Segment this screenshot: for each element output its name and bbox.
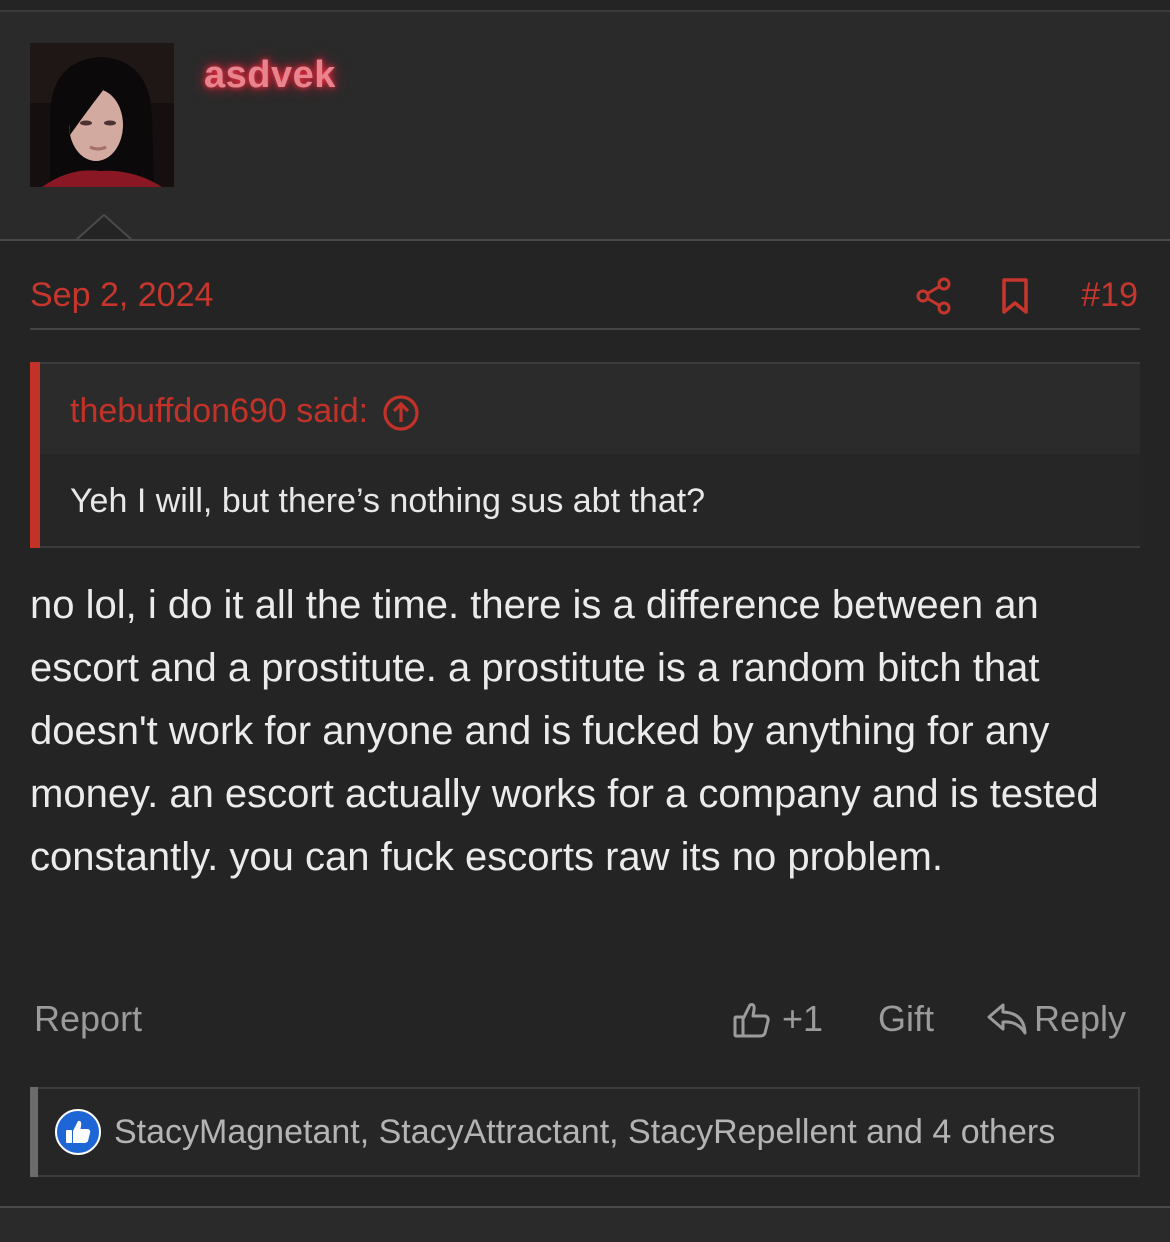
header-divider	[0, 239, 1170, 241]
quote-text: Yeh I will, but there’s nothing sus abt …	[70, 482, 706, 520]
reactions-bar: StacyMagnetant, StacyAttractant, StacyRe…	[30, 1087, 1140, 1177]
post-meta: Sep 2, 2024 #19	[30, 268, 1138, 324]
quote-content: Yeh I will, but there’s nothing sus abt …	[40, 454, 1140, 546]
user-header: asdvek	[0, 12, 1170, 241]
like-button[interactable]: +1	[732, 998, 823, 1040]
reply-label: Reply	[1034, 998, 1127, 1039]
thumbs-up-icon	[733, 1003, 770, 1038]
next-post-strip	[0, 1208, 1170, 1242]
quote-block: thebuffdon690 said: Yeh I will, but ther…	[30, 362, 1140, 548]
gift-button[interactable]: Gift	[878, 998, 934, 1040]
post-number[interactable]: #19	[1081, 276, 1138, 315]
quote-header: thebuffdon690 said:	[40, 364, 1140, 454]
quote-author-link[interactable]: thebuffdon690 said:	[70, 392, 420, 432]
share-icon[interactable]	[914, 276, 954, 316]
reactions-accent-bar	[30, 1087, 38, 1177]
reply-arrow-icon	[987, 1003, 1027, 1035]
thumbs-up-badge-icon	[54, 1108, 102, 1156]
arrow-up-circle-icon[interactable]	[382, 394, 420, 432]
reactions-list[interactable]: StacyMagnetant, StacyAttractant, StacyRe…	[114, 1113, 1055, 1152]
bookmark-icon[interactable]	[996, 276, 1034, 316]
quote-accent-bar	[30, 362, 40, 548]
quote-author-label: thebuffdon690 said:	[70, 392, 369, 430]
avatar-photo-icon	[30, 43, 174, 187]
like-count: +1	[782, 998, 824, 1039]
username[interactable]: asdvek	[204, 54, 336, 97]
avatar[interactable]	[30, 43, 174, 187]
reply-button[interactable]: Reply	[986, 998, 1126, 1040]
post-date[interactable]: Sep 2, 2024	[30, 276, 213, 315]
report-button[interactable]: Report	[34, 998, 142, 1040]
post-actions: Report +1 Gift Reply	[30, 990, 1140, 1050]
meta-divider	[30, 328, 1140, 330]
post-body: no lol, i do it all the time. there is a…	[30, 583, 1099, 879]
